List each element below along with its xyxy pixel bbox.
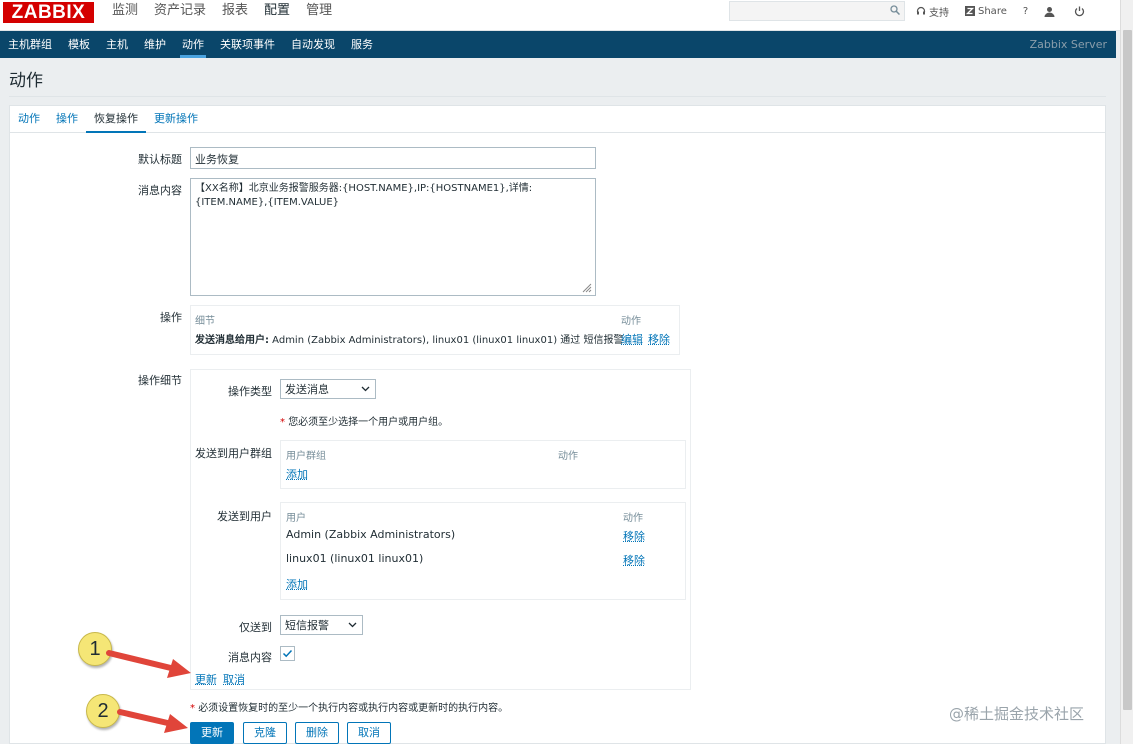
update-button[interactable]: 更新: [190, 722, 234, 744]
message-content-label: 消息内容: [228, 651, 272, 664]
user-groups-header: 用户群组: [286, 451, 326, 462]
must-select-note: * 您必须至少选择一个用户或用户组。: [280, 417, 449, 428]
share-z-icon: [965, 6, 975, 16]
update-operation-link[interactable]: 更新: [195, 671, 217, 687]
tab-action[interactable]: 动作: [10, 106, 48, 132]
subnav-actions[interactable]: 动作: [174, 31, 212, 58]
subnav-services[interactable]: 服务: [343, 31, 381, 58]
subnav-templates[interactable]: 模板: [60, 31, 98, 58]
operation-row: 发送消息给用户: Admin (Zabbix Administrators), …: [195, 331, 623, 346]
user-row-name: Admin (Zabbix Administrators): [286, 528, 456, 541]
support-label: 支持: [929, 7, 949, 19]
must-select-note-text: 您必须至少选择一个用户或用户组。: [288, 417, 449, 428]
zabbix-logo[interactable]: ZABBIX: [3, 2, 94, 23]
users-table: 用户 动作 Admin (Zabbix Administrators) 移除 l…: [280, 502, 686, 600]
message-content-checkbox[interactable]: [280, 646, 295, 661]
chevron-down-icon: [348, 622, 357, 628]
tab-operations[interactable]: 操作: [48, 106, 86, 132]
subnav-hosts[interactable]: 主机: [98, 31, 136, 58]
logout-link[interactable]: [1074, 6, 1088, 17]
cancel-operation-link[interactable]: 取消: [223, 671, 245, 687]
delete-button[interactable]: 删除: [295, 722, 339, 744]
operation-row-text: Admin (Zabbix Administrators), linux01 (…: [269, 335, 624, 346]
main-menu: 监测 资产记录 报表 配置 管理: [104, 0, 340, 31]
menu-reports[interactable]: 报表: [214, 0, 256, 31]
top-right-tools: 支持 Share ?: [916, 0, 1104, 22]
operation-details-box: 操作类型 发送消息 * 您必须至少选择一个用户或用户组。 发送到用户群组 用户群…: [190, 369, 691, 690]
resize-grip-icon[interactable]: [580, 281, 592, 293]
top-bar: ZABBIX 监测 资产记录 报表 配置 管理 支持 Share ?: [0, 0, 1120, 31]
clone-button[interactable]: 克隆: [243, 722, 287, 744]
chevron-down-icon: [361, 386, 370, 392]
required-note: * 必须设置恢复时的至少一个执行内容或执行内容或更新时的执行内容。: [190, 703, 509, 714]
subnav-event-correlation[interactable]: 关联项事件: [212, 31, 283, 58]
user-groups-action-header: 动作: [558, 451, 578, 462]
default-subject-label: 默认标题: [138, 153, 182, 166]
menu-monitoring[interactable]: 监测: [104, 0, 146, 31]
arrow-1-icon: [106, 650, 191, 678]
operations-label: 操作: [160, 311, 182, 324]
sub-navigation: 主机群组 模板 主机 维护 动作 关联项事件 自动发现 服务 Zabbix Se…: [0, 31, 1116, 58]
add-user-link[interactable]: 添加: [286, 576, 308, 592]
support-link[interactable]: 支持: [916, 4, 949, 19]
operation-type-label: 操作类型: [228, 385, 272, 398]
user-groups-table: 用户群组 动作 添加: [280, 440, 686, 489]
watermark: @稀土掘金技术社区: [949, 705, 1085, 723]
default-subject-input[interactable]: 业务恢复: [190, 147, 596, 169]
subnav-discovery[interactable]: 自动发现: [283, 31, 343, 58]
users-action-header: 动作: [623, 513, 643, 524]
menu-administration[interactable]: 管理: [298, 0, 340, 31]
help-link[interactable]: ?: [1023, 6, 1028, 17]
tab-recovery-operations[interactable]: 恢复操作: [86, 106, 146, 133]
operations-details-header: 细节: [195, 316, 215, 327]
user-row-name: linux01 (linux01 linux01): [286, 552, 424, 565]
search-icon[interactable]: [890, 5, 900, 15]
required-note-text: 必须设置恢复时的至少一个执行内容或执行内容或更新时的执行内容。: [198, 703, 509, 714]
send-only-to-value: 短信报警: [285, 619, 329, 632]
search-input[interactable]: [729, 1, 905, 21]
remove-user-link[interactable]: 移除: [623, 552, 645, 568]
menu-configuration[interactable]: 配置: [256, 0, 298, 31]
user-profile-link[interactable]: [1044, 6, 1058, 17]
operation-type-select[interactable]: 发送消息: [280, 379, 376, 399]
page-title: 动作: [9, 71, 43, 91]
subnav-maintenance[interactable]: 维护: [136, 31, 174, 58]
operations-action-header: 动作: [621, 316, 641, 327]
title-divider: [9, 96, 1106, 97]
remove-user-link[interactable]: 移除: [623, 528, 645, 544]
tab-bar: 动作 操作 恢复操作 更新操作: [10, 106, 1105, 133]
cancel-button[interactable]: 取消: [347, 722, 391, 744]
operation-row-type: 发送消息给用户:: [195, 335, 269, 346]
power-icon: [1075, 6, 1085, 16]
headset-icon: [916, 6, 926, 15]
add-user-group-link[interactable]: 添加: [286, 466, 308, 482]
menu-inventory[interactable]: 资产记录: [146, 0, 214, 31]
edit-operation-link[interactable]: 编辑: [621, 331, 643, 347]
scrollbar-thumb[interactable]: [1123, 30, 1132, 710]
send-to-groups-label: 发送到用户群组: [195, 447, 272, 460]
server-name: Zabbix Server: [1029, 38, 1107, 51]
callout-2: 2: [86, 694, 120, 728]
users-header: 用户: [286, 513, 306, 524]
operation-type-value: 发送消息: [285, 383, 329, 396]
remove-operation-link[interactable]: 移除: [648, 331, 670, 347]
operations-table: 细节 动作 发送消息给用户: Admin (Zabbix Administrat…: [190, 305, 680, 355]
share-label: Share: [978, 5, 1007, 17]
message-label: 消息内容: [138, 184, 182, 197]
send-only-to-label: 仅送到: [239, 621, 272, 634]
share-link[interactable]: Share: [965, 6, 1007, 17]
tab-update-operations[interactable]: 更新操作: [146, 106, 206, 132]
user-icon: [1044, 6, 1055, 17]
send-to-users-label: 发送到用户: [217, 510, 272, 523]
send-only-to-select[interactable]: 短信报警: [280, 615, 363, 635]
operation-details-label: 操作细节: [138, 374, 182, 387]
arrow-2-icon: [117, 709, 188, 733]
subnav-host-groups[interactable]: 主机群组: [0, 31, 60, 58]
message-textarea[interactable]: 【XX名称】北京业务报警服务器:{HOST.NAME},IP:{HOSTNAME…: [190, 178, 596, 296]
checkmark-icon: [282, 649, 293, 658]
vertical-scrollbar[interactable]: [1120, 0, 1133, 744]
